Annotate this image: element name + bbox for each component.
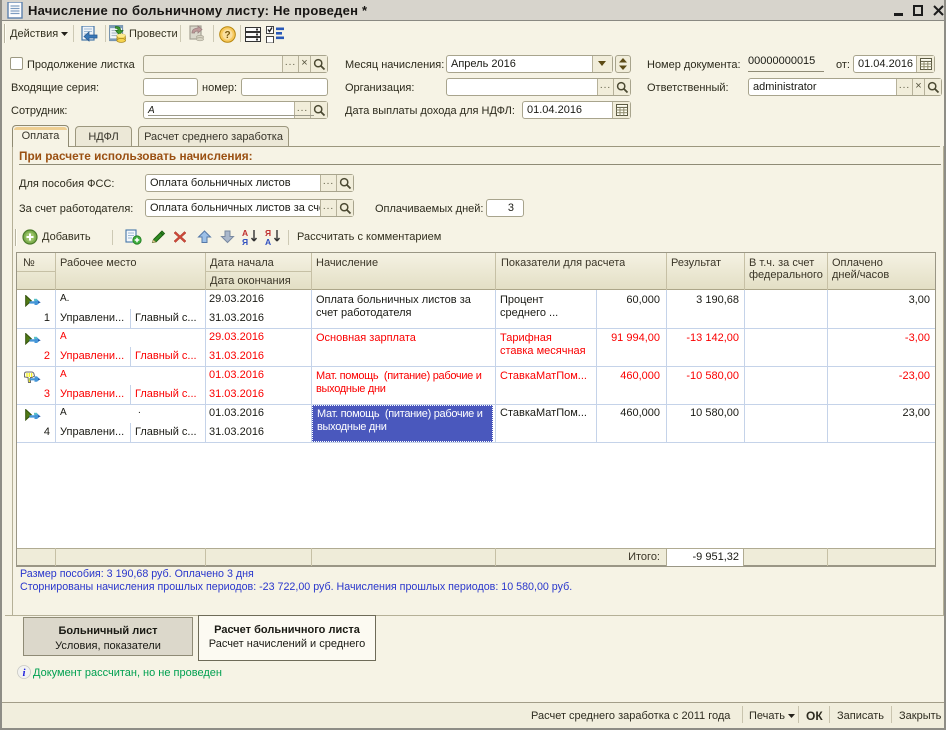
svg-text:?: ?: [224, 30, 230, 41]
svg-text:Я: Я: [242, 237, 248, 246]
svg-text:А: А: [265, 237, 271, 246]
